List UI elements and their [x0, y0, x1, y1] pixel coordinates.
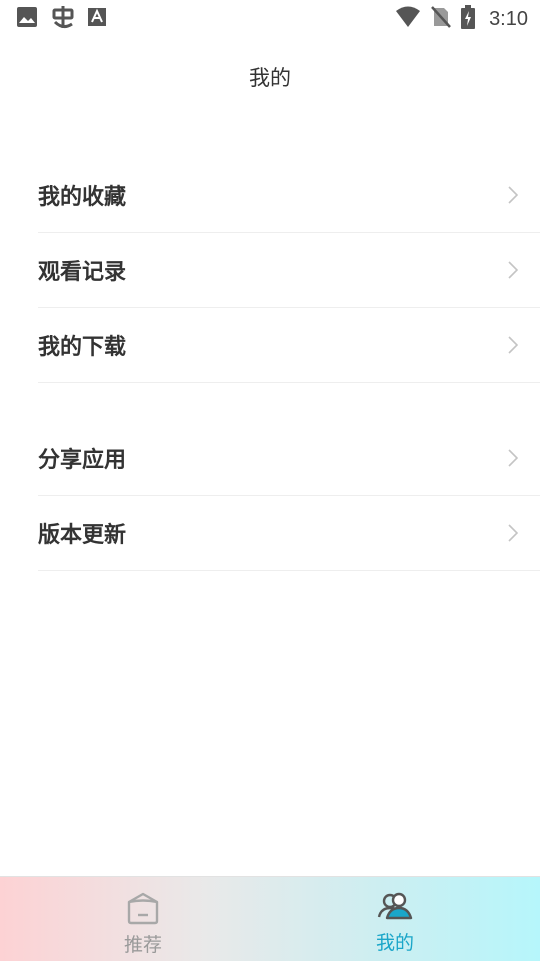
image-icon	[16, 6, 38, 32]
status-bar: 3:10	[0, 0, 540, 38]
tab-label: 推荐	[123, 934, 162, 956]
page-title: 我的	[249, 66, 291, 90]
menu-item-label: 我的收藏	[38, 185, 127, 210]
bug-icon	[50, 4, 76, 34]
font-icon	[88, 8, 106, 30]
status-time: 3:10	[489, 7, 528, 30]
bottom-tab-bar: 推荐 我的	[0, 876, 540, 961]
menu-item-label: 我的下载	[38, 335, 127, 360]
menu-item-history[interactable]: 观看记录	[38, 233, 540, 308]
menu-group-library: 我的收藏 观看记录 我的下载	[38, 158, 540, 383]
chevron-right-icon	[508, 186, 519, 208]
status-right-icons: 3:10	[395, 5, 528, 33]
no-sim-icon	[431, 6, 451, 32]
menu-item-downloads[interactable]: 我的下载	[38, 308, 540, 383]
chevron-right-icon	[508, 449, 519, 471]
tab-mine[interactable]: 我的	[260, 877, 530, 961]
menu-item-label: 观看记录	[38, 260, 127, 285]
chevron-right-icon	[508, 261, 519, 283]
menu-item-update[interactable]: 版本更新	[38, 496, 540, 571]
menu-item-share[interactable]: 分享应用	[38, 421, 540, 496]
chevron-right-icon	[508, 336, 519, 358]
tab-recommend[interactable]: 推荐	[8, 877, 278, 961]
box-icon	[8, 891, 278, 929]
menu-item-label: 版本更新	[38, 523, 127, 548]
wifi-icon	[395, 6, 421, 32]
users-icon	[260, 891, 530, 927]
menu-item-label: 分享应用	[38, 448, 127, 473]
chevron-right-icon	[508, 524, 519, 546]
menu-group-app: 分享应用 版本更新	[38, 421, 540, 571]
battery-charging-icon	[461, 5, 476, 33]
status-left-icons	[16, 6, 106, 32]
tab-label: 我的	[375, 932, 414, 954]
menu-item-favorites[interactable]: 我的收藏	[38, 158, 540, 233]
